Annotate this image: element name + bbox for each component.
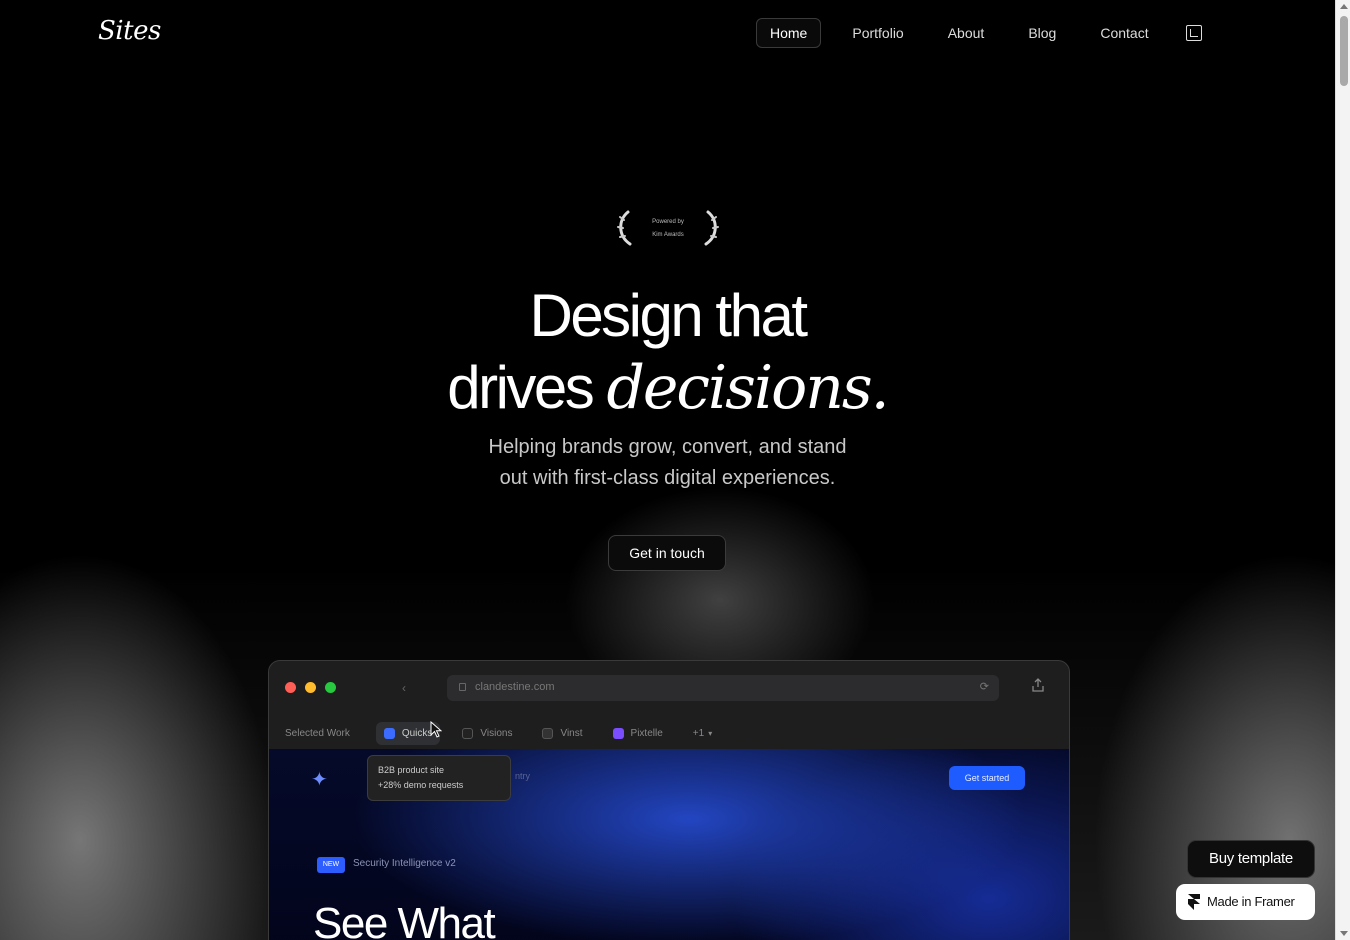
- preview-headline: See What: [313, 899, 496, 940]
- share-icon[interactable]: [1031, 678, 1045, 692]
- tab-label: Quicks: [401, 727, 433, 739]
- tab-more[interactable]: +1 ▾: [685, 722, 720, 745]
- nav-portfolio[interactable]: Portfolio: [839, 19, 916, 47]
- wave-icon: [542, 727, 554, 739]
- scroll-down-icon[interactable]: [1340, 931, 1348, 936]
- tab-pixtelle[interactable]: Pixtelle: [605, 722, 671, 745]
- new-badge: NEW: [317, 857, 345, 873]
- sparkle-logo-icon: ✦: [311, 769, 328, 791]
- nav-fragment-text: ntry: [515, 771, 531, 781]
- made-in-framer-label: Made in Framer: [1207, 894, 1295, 909]
- maximize-dot-icon: [325, 682, 336, 693]
- get-started-button[interactable]: Get started: [949, 766, 1025, 790]
- hero-title-line-2: drives decisions.: [0, 352, 1335, 424]
- lock-icon: [459, 683, 466, 691]
- hero-subtitle: Helping brands grow, convert, and stand …: [0, 432, 1335, 494]
- chevron-down-icon: ▾: [708, 728, 713, 738]
- vertical-scrollbar[interactable]: [1335, 0, 1350, 940]
- hero-title-line-1: Design that: [529, 282, 808, 349]
- external-link-icon[interactable]: [1185, 25, 1202, 41]
- announcement-text[interactable]: Security Intelligence v2: [353, 858, 456, 869]
- award-badge: Powered by Kim Awards: [614, 206, 722, 250]
- tooltip-line-1: B2B product site: [378, 765, 445, 775]
- tooltip-line-2: +28% demo requests: [378, 780, 464, 790]
- hero-subtitle-line-2: out with first-class digital experiences…: [499, 467, 836, 489]
- award-line-2: Kim Awards: [652, 232, 684, 238]
- tab-label: Pixtelle: [630, 727, 663, 739]
- tab-label: +1: [692, 727, 705, 739]
- back-arrow-icon[interactable]: ‹: [402, 681, 406, 695]
- tab-label: Visions: [480, 727, 513, 739]
- hero-subtitle-line-1: Helping brands grow, convert, and stand: [488, 436, 847, 458]
- work-tabs: Selected Work Quicks Visions Vinst Pixte…: [269, 717, 1069, 749]
- url-text: clandestine.com: [475, 681, 555, 693]
- close-dot-icon: [285, 682, 296, 693]
- mouse-cursor-icon: [430, 721, 442, 738]
- browser-mockup: ‹ clandestine.com ⟳ Selected Work Quicks…: [268, 660, 1070, 940]
- selected-work-label: Selected Work: [285, 727, 350, 739]
- page: Sites Home Portfolio About Blog Contact …: [0, 0, 1335, 940]
- nav-blog[interactable]: Blog: [1015, 19, 1069, 47]
- award-line-1: Powered by: [652, 219, 684, 225]
- hero-title-italic: decisions.: [606, 353, 889, 423]
- url-bar[interactable]: clandestine.com ⟳: [447, 675, 999, 701]
- hero-title-plain: drives: [447, 354, 607, 421]
- project-tooltip: B2B product site +28% demo requests: [367, 755, 511, 801]
- main-nav: Home Portfolio About Blog Contact: [756, 18, 1202, 48]
- tab-visions[interactable]: Visions: [454, 722, 520, 745]
- site-logo[interactable]: Sites: [98, 16, 161, 46]
- framer-logo-icon: [1188, 894, 1200, 910]
- minimize-dot-icon: [305, 682, 316, 693]
- scroll-up-icon[interactable]: [1340, 4, 1348, 9]
- site-preview: ✦ B2B product site +28% demo requests nt…: [269, 749, 1069, 940]
- made-in-framer-button[interactable]: Made in Framer: [1176, 884, 1315, 920]
- get-in-touch-button[interactable]: Get in touch: [608, 535, 726, 571]
- award-text: Powered by Kim Awards: [614, 216, 722, 242]
- sparkle-icon: [383, 727, 395, 739]
- nav-about[interactable]: About: [935, 19, 998, 47]
- leaf-icon: [462, 727, 474, 739]
- tab-label: Vinst: [560, 727, 583, 739]
- tab-vinst[interactable]: Vinst: [534, 722, 590, 745]
- buy-template-button[interactable]: Buy template: [1187, 840, 1315, 878]
- square-icon: [612, 727, 624, 739]
- reload-icon[interactable]: ⟳: [980, 680, 989, 693]
- scroll-thumb[interactable]: [1340, 16, 1348, 86]
- nav-home[interactable]: Home: [756, 18, 822, 48]
- nav-contact[interactable]: Contact: [1087, 19, 1161, 47]
